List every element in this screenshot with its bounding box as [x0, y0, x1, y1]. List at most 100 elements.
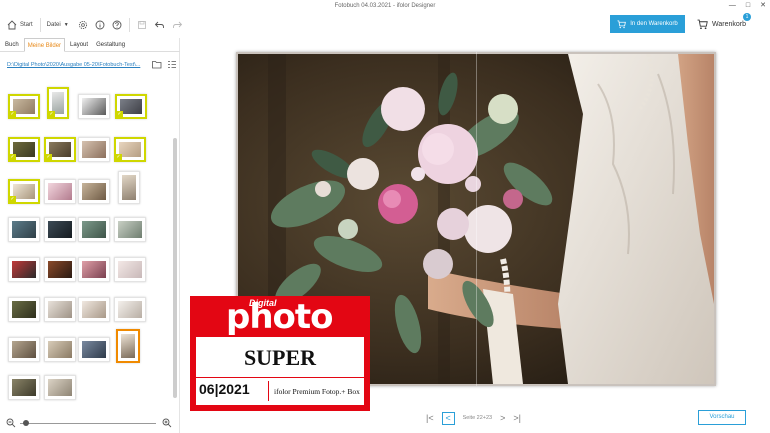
image-thumbnail[interactable] — [78, 137, 110, 162]
page-fold-line — [476, 52, 477, 386]
image-thumbnail[interactable]: ✓ — [115, 94, 147, 119]
image-thumbnail[interactable] — [44, 297, 76, 322]
image-thumbnail[interactable] — [114, 217, 146, 242]
image-thumbnail[interactable] — [44, 337, 76, 362]
award-divider — [196, 377, 364, 378]
image-thumbnail[interactable]: ✓ — [47, 87, 69, 119]
maximize-icon[interactable]: □ — [746, 0, 750, 12]
redo-icon — [172, 21, 182, 28]
image-thumbnail[interactable] — [78, 297, 110, 322]
save-icon — [137, 21, 146, 29]
folder-path-row: D:\Digital Photo\2020\Ausgabe 05-20\Foto… — [0, 58, 180, 76]
cart-label: Warenkorb — [712, 20, 746, 28]
info-icon — [95, 20, 105, 30]
tab-meine-bilder[interactable]: Meine Bilder — [23, 38, 66, 52]
image-thumbnail[interactable] — [8, 217, 40, 242]
redo-button[interactable] — [172, 20, 183, 30]
close-icon[interactable]: ✕ — [760, 0, 766, 12]
panel-tabs: Buch Meine Bilder Layout Gestaltung — [0, 38, 180, 52]
award-issue: 06|2021 — [199, 381, 250, 397]
image-thumbnail[interactable] — [44, 375, 76, 400]
image-thumbnail[interactable]: ✓ — [44, 137, 76, 162]
image-grid: ✓ ✓ ✓ ✓ ✓ ✓ ✓ — [0, 84, 172, 404]
image-thumbnail[interactable] — [8, 257, 40, 282]
zoom-in-icon[interactable] — [162, 418, 172, 428]
save-button[interactable] — [137, 20, 147, 30]
zoom-out-icon[interactable] — [6, 418, 16, 428]
image-thumbnail[interactable] — [44, 257, 76, 282]
preview-button[interactable]: Vorschau — [698, 410, 746, 425]
tab-buch[interactable]: Buch — [2, 38, 22, 52]
image-thumbnail[interactable]: ✓ — [8, 137, 40, 162]
cart-icon — [697, 19, 708, 29]
image-thumbnail[interactable]: ✓ — [8, 94, 40, 119]
page-indicator: Seite 22+23 — [462, 415, 493, 421]
toolbar-divider — [128, 18, 130, 32]
award-rating: SUPER — [243, 345, 317, 370]
image-thumbnail[interactable] — [118, 171, 140, 204]
tab-layout[interactable]: Layout — [67, 38, 91, 52]
checkmark-icon: ✓ — [9, 111, 16, 118]
award-logo: photo Digital — [190, 296, 370, 336]
checkmark-icon: ✓ — [45, 154, 52, 161]
help-button[interactable] — [112, 20, 122, 30]
image-thumbnail[interactable] — [78, 179, 110, 204]
checkmark-icon: ✓ — [116, 111, 123, 118]
sort-list-icon[interactable] — [167, 60, 177, 69]
page-navigation: |< < Seite 22+23 > >| — [426, 411, 521, 425]
image-thumbnail[interactable] — [44, 217, 76, 242]
minimize-icon[interactable]: — — [729, 0, 736, 12]
gear-icon — [78, 20, 87, 30]
chevron-down-icon: ▼ — [63, 22, 69, 28]
next-page-icon[interactable]: > — [500, 413, 505, 423]
image-thumbnail[interactable] — [8, 375, 40, 400]
image-thumbnail-selected[interactable] — [116, 329, 140, 363]
last-page-icon[interactable]: >| — [513, 413, 521, 423]
image-thumbnail[interactable] — [114, 257, 146, 282]
file-label: Datei — [46, 22, 61, 28]
award-brand-top: Digital — [249, 298, 277, 308]
zoom-slider-handle[interactable] — [23, 420, 29, 426]
window-title: Fotobuch 04.03.2021 - ifolor Designer — [334, 3, 436, 9]
toolbar: Start Datei ▼ In den Warenkorb Warenkorb… — [0, 12, 770, 38]
folder-path-link[interactable]: D:\Digital Photo\2020\Ausgabe 05-20\Foto… — [7, 62, 149, 68]
toolbar-divider — [39, 18, 41, 32]
image-thumbnail[interactable] — [78, 94, 110, 119]
start-button[interactable]: Start — [7, 20, 33, 30]
settings-button[interactable] — [78, 20, 88, 30]
path-actions — [152, 60, 177, 69]
image-thumbnail[interactable] — [78, 217, 110, 242]
image-thumbnail[interactable] — [8, 337, 40, 362]
first-page-icon[interactable]: |< — [426, 413, 434, 423]
image-thumbnail[interactable] — [44, 179, 76, 204]
cart-icon — [617, 19, 627, 28]
undo-button[interactable] — [154, 20, 165, 30]
add-to-cart-button[interactable]: In den Warenkorb — [610, 15, 685, 33]
award-product: ifolor Premium Fotop.+ Box — [274, 387, 360, 396]
digital-photo-award-badge: photo Digital SUPER 06|2021 ifolor Premi… — [190, 296, 370, 411]
left-panel: Buch Meine Bilder Layout Gestaltung D:\D… — [0, 38, 180, 433]
checkmark-icon: ✓ — [48, 111, 55, 118]
info-button[interactable] — [95, 20, 105, 30]
start-label: Start — [20, 22, 33, 28]
image-thumbnail[interactable] — [114, 297, 146, 322]
image-thumbnail[interactable]: ✓ — [114, 137, 146, 162]
open-folder-icon[interactable] — [152, 60, 162, 69]
award-panel: SUPER 06|2021 ifolor Premium Fotop.+ Box — [196, 337, 364, 405]
zoom-slider-track[interactable] — [20, 423, 156, 424]
checkmark-icon: ✓ — [115, 154, 122, 161]
thumbnail-zoom — [0, 414, 180, 432]
image-thumbnail[interactable] — [78, 257, 110, 282]
cart-button[interactable]: Warenkorb 1 — [697, 13, 751, 33]
image-grid-scrollbar[interactable] — [173, 138, 177, 398]
image-thumbnail[interactable]: ✓ — [8, 179, 40, 204]
file-menu[interactable]: Datei ▼ — [47, 22, 69, 28]
award-separator — [268, 381, 269, 401]
app-window: Fotobuch 04.03.2021 - ifolor Designer — … — [0, 0, 770, 433]
checkmark-icon: ✓ — [9, 196, 16, 203]
prev-page-icon[interactable]: < — [441, 411, 455, 425]
tab-gestaltung[interactable]: Gestaltung — [93, 38, 128, 52]
image-thumbnail[interactable] — [8, 297, 40, 322]
window-controls: — □ ✕ — [729, 0, 766, 12]
image-thumbnail[interactable] — [78, 337, 110, 362]
